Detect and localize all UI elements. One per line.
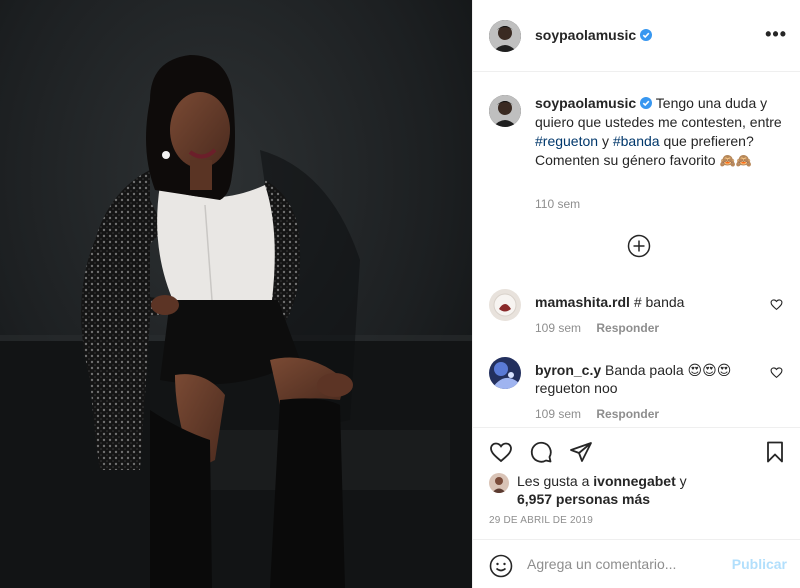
comment-avatar[interactable] [489,357,521,389]
post-caption: soypaolamusic Tengo una duda y quiero qu… [535,94,790,170]
more-options-icon[interactable]: ••• [765,24,787,45]
author-avatar-image [489,20,521,52]
post-photo-illustration [0,0,472,588]
comment-timestamp[interactable]: 109 sem [535,407,581,421]
likes-summary: Les gusta a ivonnegabet y 6,957 personas… [517,472,787,508]
post-side-panel: soypaolamusic ••• soypaolamusic Tengo un… [472,0,800,588]
liker-avatar-image [489,473,509,493]
plus-circle-icon[interactable] [627,234,651,258]
comment-avatar[interactable] [489,289,521,321]
caption-emojis: 🙈🙈 [719,153,752,168]
comment-like-heart-icon[interactable] [770,366,783,379]
emoji-smiley-icon[interactable] [489,554,513,578]
caption-timestamp[interactable]: 110 sem [535,197,580,211]
comment-item: byron_c.y Banda paola 😍😍😍 regueton noo 1… [489,357,789,421]
comment-reply-button[interactable]: Responder [596,321,659,335]
comment-meta: 109 sem Responder [535,321,671,335]
comment-username[interactable]: byron_c.y [535,362,601,378]
comment-timestamp[interactable]: 109 sem [535,321,581,335]
comment-item: mamashita.rdl # banda 109 sem Responder [489,289,789,349]
liker-avatar[interactable] [489,473,509,493]
caption-verified-badge-icon [640,97,653,109]
author-username[interactable]: soypaolamusic [535,27,636,43]
post-header: soypaolamusic ••• [473,0,800,72]
post-photo[interactable] [0,0,472,588]
comment-avatar-image [489,289,521,321]
caption-text-3: que prefieren? [663,133,754,149]
liker-username[interactable]: ivonnegabet [593,473,675,489]
comment-body: mamashita.rdl # banda [535,293,745,311]
comment-avatar-image [489,357,521,389]
comment-input[interactable] [527,552,717,576]
comment-reply-button[interactable]: Responder [596,407,659,421]
comment-body: byron_c.y Banda paola 😍😍😍 regueton noo [535,361,745,397]
instagram-post-view: soypaolamusic ••• soypaolamusic Tengo un… [0,0,800,588]
comment-username[interactable]: mamashita.rdl [535,294,630,310]
hashtag-regueton-link[interactable]: #regueton [535,133,598,149]
save-bookmark-icon[interactable] [763,440,787,464]
share-paper-plane-icon[interactable] [569,440,593,464]
hashtag-banda-link[interactable]: #banda [613,133,660,149]
author-avatar[interactable] [489,20,521,52]
comment-bubble-icon[interactable] [529,440,553,464]
comment-composer: Publicar [473,539,800,588]
likes-count-button[interactable]: 6,957 personas más [517,491,650,507]
caption-username[interactable]: soypaolamusic [535,95,636,111]
caption-author-avatar[interactable] [489,95,521,127]
comment-text: # banda [633,294,685,310]
caption-text-4: Comenten su género favorito [535,152,716,168]
post-actions: Les gusta a ivonnegabet y 6,957 personas… [473,427,800,588]
comment-meta: 109 sem Responder [535,407,671,421]
caption-text-2: y [601,133,609,149]
verified-badge-icon [640,29,653,41]
comment-like-heart-icon[interactable] [770,298,783,311]
likes-conjunction: y [679,473,687,489]
likes-prefix: Les gusta a [517,473,590,489]
post-date[interactable]: 29 DE ABRIL DE 2019 [489,515,593,526]
like-heart-icon[interactable] [489,440,513,464]
caption-author-avatar-image [489,95,521,127]
publish-button[interactable]: Publicar [732,556,787,572]
author-username-link[interactable]: soypaolamusic [535,27,653,43]
